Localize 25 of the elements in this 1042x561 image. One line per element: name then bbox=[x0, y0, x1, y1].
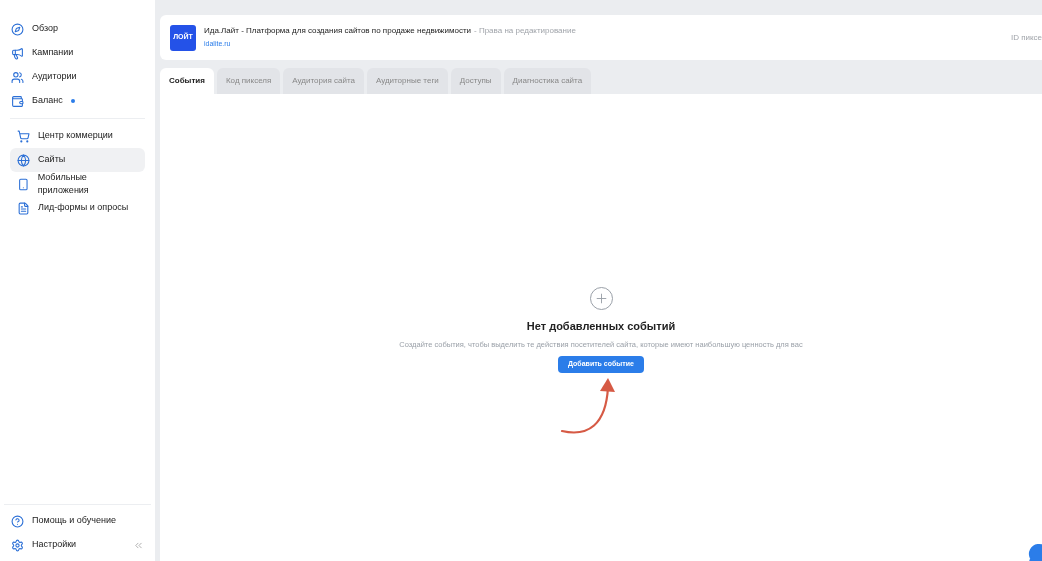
megaphone-icon bbox=[11, 46, 24, 60]
tab[interactable]: События bbox=[160, 68, 214, 94]
globe-icon bbox=[17, 153, 30, 167]
cart-icon bbox=[17, 129, 30, 143]
wallet-icon bbox=[11, 94, 24, 108]
sidebar-item[interactable]: Баланс bbox=[4, 89, 151, 113]
sidebar-item[interactable]: Аудитории bbox=[4, 65, 151, 89]
sidebar-item[interactable]: Центр коммерции bbox=[10, 124, 145, 148]
sidebar-item[interactable]: Лид-формы и опросы bbox=[10, 196, 145, 220]
sidebar-item[interactable]: Кампании bbox=[4, 41, 151, 65]
empty-title: Нет добавленных событий bbox=[526, 319, 676, 334]
form-icon bbox=[17, 201, 30, 215]
sidebar-item[interactable]: Мобильные приложения bbox=[10, 172, 145, 196]
sidebar-item[interactable]: Обзор bbox=[4, 17, 151, 41]
site-title: Ида.Лайт - Платформа для создания сайтов по продаже недвижимости bbox=[204, 25, 472, 38]
people-icon bbox=[11, 70, 24, 84]
help-icon bbox=[11, 514, 24, 528]
sidebar-item[interactable]: Помощь и обучение bbox=[11, 514, 116, 528]
phone-icon bbox=[17, 177, 30, 191]
sidebar-item[interactable]: Настройки bbox=[11, 538, 77, 552]
pixel-id-label: ID пиксе bbox=[1010, 31, 1042, 44]
rights-text: - Права на редактирование bbox=[474, 25, 576, 38]
settings-icon bbox=[11, 538, 24, 552]
compass-icon bbox=[11, 22, 24, 36]
sidebar-item[interactable]: Сайты bbox=[10, 148, 145, 172]
